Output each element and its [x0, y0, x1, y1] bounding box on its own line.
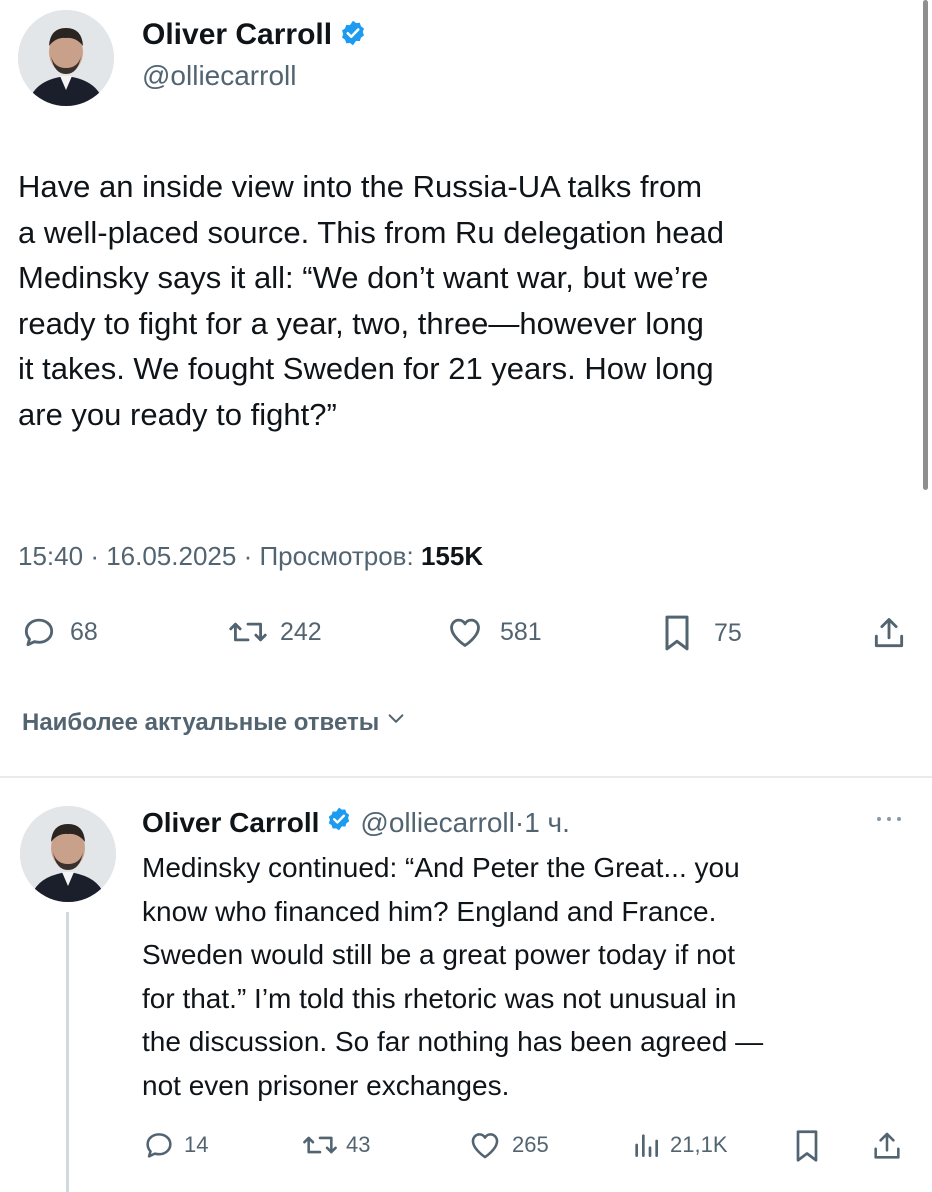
reply-repost-count: 43 [346, 1132, 371, 1157]
reply-share-button[interactable] [870, 1128, 904, 1164]
reply-reply-count: 14 [184, 1132, 209, 1157]
reply-like-count: 265 [512, 1132, 549, 1157]
repost-arrows-icon [300, 1128, 340, 1162]
reply-bookmark-button[interactable] [792, 1128, 822, 1164]
bookmark-icon [660, 613, 694, 653]
replies-sort-label: Наиболее актуальные ответы [22, 708, 380, 736]
share-upload-icon [870, 1128, 904, 1164]
reply-views-count: 21,1K [670, 1132, 728, 1157]
bookmark-button[interactable]: 75 [660, 613, 742, 653]
thread-line [66, 912, 69, 1192]
scrollbar-thumb[interactable] [923, 0, 928, 490]
author-name[interactable]: Oliver Carroll [142, 18, 332, 52]
divider [0, 776, 932, 778]
replies-sort-dropdown[interactable]: Наиболее актуальные ответы [22, 708, 407, 737]
tweet-meta: 15:40 · 16.05.2025 · Просмотров: 155K [18, 541, 484, 571]
verified-badge-icon [326, 806, 352, 839]
tweet-date[interactable]: 16.05.2025 [106, 541, 236, 571]
speech-bubble-icon [20, 613, 58, 651]
reply-author-name[interactable]: Oliver Carroll [142, 807, 319, 839]
repost-arrows-icon [226, 613, 270, 651]
bookmark-icon [792, 1128, 822, 1164]
reply-like-button[interactable]: 265 [466, 1128, 549, 1162]
like-count: 581 [500, 617, 542, 646]
like-button[interactable]: 581 [444, 613, 542, 651]
views-label: Просмотров: [259, 541, 414, 571]
reply-avatar[interactable] [20, 806, 116, 902]
reply-author-handle[interactable]: @olliecarroll [360, 807, 514, 839]
avatar[interactable] [18, 10, 114, 106]
views-count: 155K [420, 541, 484, 571]
reply-age[interactable]: 1 ч. [524, 807, 570, 839]
share-upload-icon [870, 613, 908, 653]
reply-repost-button[interactable]: 43 [300, 1128, 370, 1162]
more-dots-icon[interactable] [874, 812, 904, 830]
reply-text: Medinsky continued: “And Peter the Great… [142, 852, 764, 1101]
reply-button[interactable]: 68 [20, 613, 98, 651]
verified-badge-icon [339, 19, 367, 52]
heart-icon [444, 613, 486, 651]
reply-count: 68 [70, 617, 98, 646]
tweet-time[interactable]: 15:40 [18, 541, 83, 571]
bar-chart-icon [630, 1128, 662, 1162]
repost-button[interactable]: 242 [226, 613, 322, 651]
reply-reply-button[interactable]: 14 [142, 1128, 208, 1162]
author-handle[interactable]: @olliecarroll [142, 60, 296, 92]
reply-views-button[interactable]: 21,1K [630, 1128, 728, 1162]
chevron-down-icon [385, 708, 407, 737]
bookmark-count: 75 [714, 618, 742, 647]
speech-bubble-icon [142, 1128, 176, 1162]
heart-icon [466, 1128, 504, 1162]
share-button[interactable] [870, 613, 908, 653]
tweet-text: Have an inside view into the Russia-UA t… [18, 169, 724, 432]
repost-count: 242 [280, 617, 322, 646]
